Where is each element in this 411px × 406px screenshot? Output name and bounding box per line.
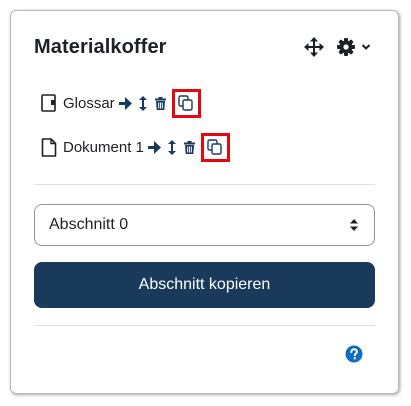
chevron-down-icon[interactable] <box>360 36 372 58</box>
arrow-right-icon[interactable] <box>148 139 162 155</box>
block-title: Materialkoffer <box>34 36 167 58</box>
move-vertical-icon[interactable] <box>138 95 148 111</box>
trash-icon[interactable] <box>155 95 167 111</box>
sort-caret-icon <box>349 218 359 232</box>
glossary-icon <box>40 93 58 113</box>
help-icon[interactable] <box>345 345 363 363</box>
gear-icon[interactable] <box>335 36 357 58</box>
activity-link-dokument-1[interactable]: Dokument 1 <box>63 139 144 156</box>
section-select[interactable]: Abschnitt 0 <box>34 204 375 246</box>
move-vertical-icon[interactable] <box>167 139 177 155</box>
activity-tools <box>119 88 201 118</box>
activity-tools <box>148 132 230 162</box>
block-card <box>10 10 399 394</box>
activity-item: Glossar <box>40 88 201 118</box>
divider <box>34 184 375 185</box>
divider <box>34 325 375 326</box>
copy-section-button[interactable]: Abschnitt kopieren <box>34 262 375 308</box>
section-select-value: Abschnitt 0 <box>49 216 129 233</box>
block-header-controls <box>303 35 372 59</box>
activity-link-glossar[interactable]: Glossar <box>63 95 115 112</box>
duplicate-icon[interactable] <box>200 132 230 162</box>
document-icon <box>40 137 58 157</box>
duplicate-icon[interactable] <box>171 88 201 118</box>
trash-icon[interactable] <box>184 139 196 155</box>
arrow-right-icon[interactable] <box>119 95 133 111</box>
move-icon[interactable] <box>303 36 325 58</box>
activity-item: Dokument 1 <box>40 132 230 162</box>
